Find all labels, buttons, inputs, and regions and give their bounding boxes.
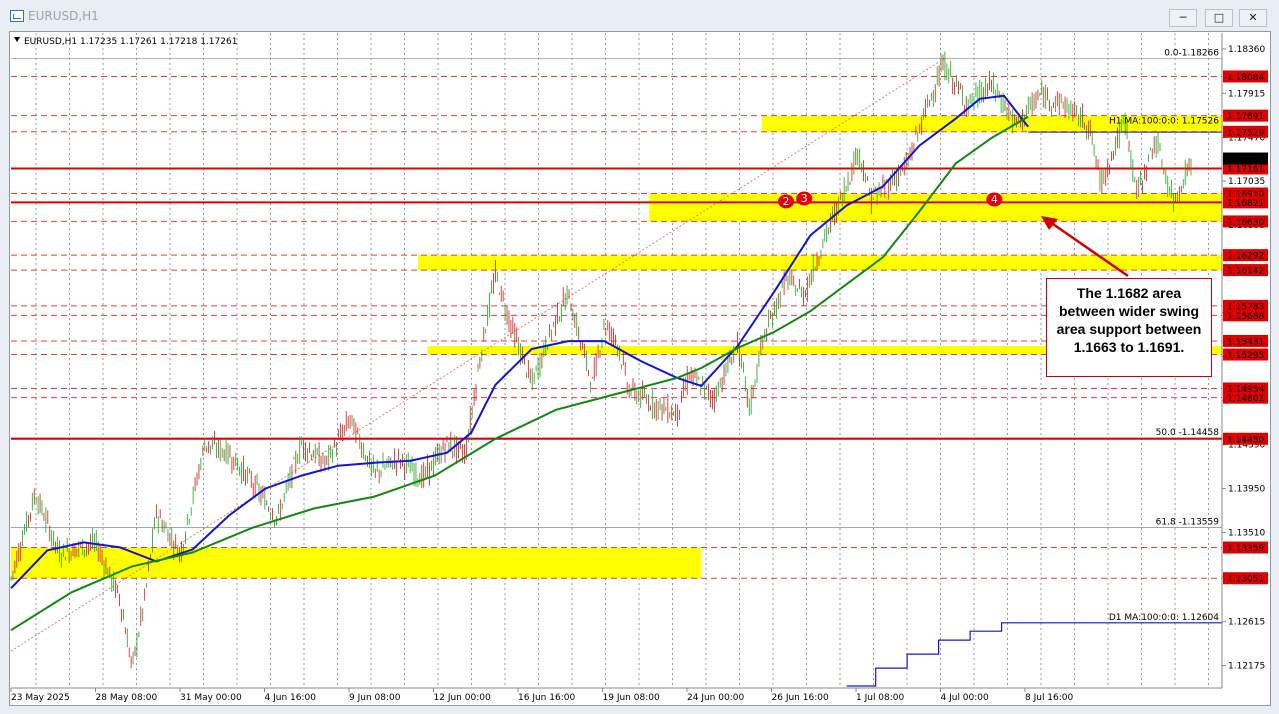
level-price-tag-text: 1.17691 — [1227, 112, 1264, 122]
level-price-tag-text: 1.18084 — [1227, 73, 1264, 83]
time-axis-label: 1 Jul 08:00 — [856, 693, 905, 703]
price-axis-label: 1.17035 — [1228, 177, 1265, 187]
level-price-tag-text: 1.14450 — [1227, 435, 1264, 445]
level-price-tag-text: 1.17529 — [1227, 128, 1264, 138]
time-axis-label: 12 Jun 00:00 — [434, 693, 491, 703]
chart-menu-triangle — [14, 37, 20, 42]
swing-marker: 3 — [796, 191, 813, 206]
swing-marker: 4 — [986, 192, 1003, 207]
fibonacci-level-label: 50.0 -1.14458 — [1156, 428, 1220, 438]
time-axis-label: 16 Jun 16:00 — [518, 693, 575, 703]
level-price-tag-text: 1.15688 — [1227, 312, 1264, 322]
fibonacci-level-label: 61.8 -1.13559 — [1156, 518, 1220, 528]
level-price-tag-text: 1.13359 — [1227, 544, 1264, 554]
level-price-tag-text: 1.16142 — [1227, 267, 1264, 277]
ma-series-label: D1 MA:100:0:0: 1.12604 — [1109, 613, 1219, 623]
ma-series-label: H1 MA:100:0:0: 1.17526 — [1109, 117, 1219, 127]
price-axis-label: 1.12175 — [1228, 662, 1265, 672]
time-axis-label: 24 Jun 00:00 — [687, 693, 744, 703]
price-axis-label: 1.18360 — [1228, 45, 1265, 55]
level-price-tag-text: 1.16292 — [1227, 252, 1264, 262]
time-axis-label: 23 May 2025 — [11, 693, 70, 703]
level-price-tag-text: 1.17161 — [1227, 165, 1264, 175]
time-axis-label: 9 Jun 08:00 — [349, 693, 401, 703]
fibonacci-level-label: 0.0-1.18266 — [1164, 48, 1219, 58]
swing-marker-label: 3 — [801, 192, 808, 205]
ma-series-line — [846, 622, 1222, 687]
time-axis-label: 4 Jul 00:00 — [941, 693, 990, 703]
chart-info-text: EURUSD,H1 1.17235 1.17261 1.17218 1.1726… — [24, 37, 237, 47]
time-axis-label: 26 Jun 16:00 — [772, 693, 829, 703]
level-price-tag-text: 1.15431 — [1227, 337, 1264, 347]
time-axis-label: 19 Jun 08:00 — [603, 693, 660, 703]
swing-marker-label: 2 — [783, 195, 790, 208]
swing-marker-label: 4 — [991, 193, 998, 206]
support-zone — [649, 193, 1222, 222]
price-axis-label: 1.12615 — [1228, 618, 1265, 628]
price-axis-label: 1.17915 — [1228, 89, 1265, 99]
level-price-tag-text: 1.15295 — [1227, 351, 1264, 361]
current-price-tag-text: 1.17261 — [1227, 155, 1264, 165]
level-price-tag-text: 1.16821 — [1227, 199, 1264, 209]
time-axis-label: 31 May 00:00 — [180, 693, 242, 703]
level-price-tag-text: 1.13051 — [1227, 575, 1264, 585]
ma-series-line — [10, 94, 1029, 589]
time-axis-label: 4 Jun 16:00 — [265, 693, 317, 703]
time-axis-label: 28 May 08:00 — [96, 693, 158, 703]
price-axis-label: 1.13950 — [1228, 485, 1265, 495]
annotation-callout: The 1.1682 area between wider swing area… — [1046, 278, 1212, 377]
price-axis-label: 1.13510 — [1228, 528, 1265, 538]
swing-marker: 2 — [778, 194, 795, 209]
level-price-tag-text: 1.14862 — [1227, 394, 1264, 404]
level-price-tag-text: 1.16630 — [1227, 218, 1264, 228]
time-axis-label: 8 Jul 16:00 — [1025, 693, 1074, 703]
